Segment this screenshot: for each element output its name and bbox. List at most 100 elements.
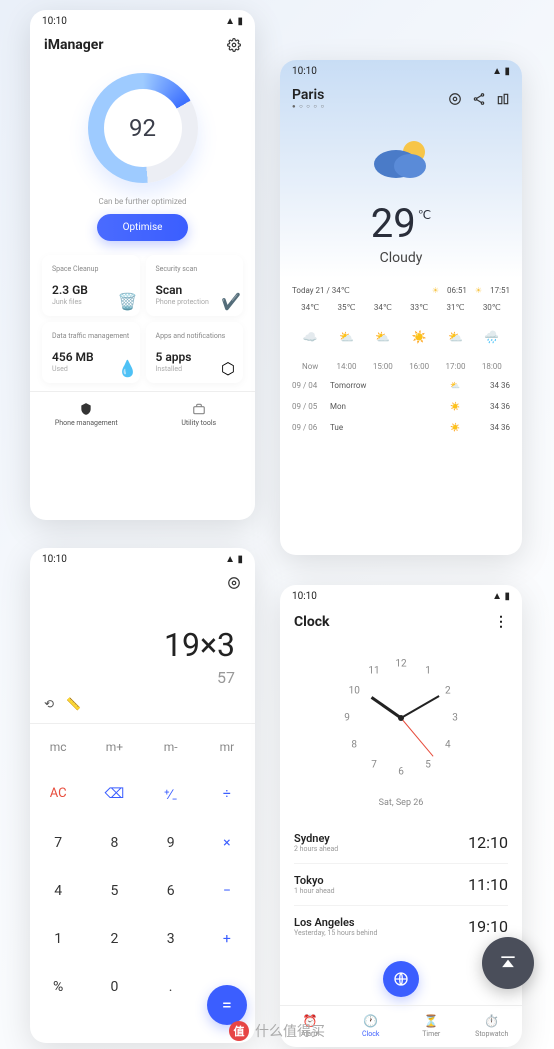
calc-key-9[interactable]: 9 [143,819,199,867]
add-city-button[interactable] [383,961,419,997]
calc-key-mr[interactable]: mr [199,724,255,770]
buildings-icon[interactable] [496,92,510,106]
sunset-icon: ☀ [475,286,482,295]
ruler-icon[interactable]: 📏 [66,697,81,711]
tab-icon: ⏳ [401,1014,462,1028]
card-title: Data traffic management [52,332,130,340]
tab-utility-tools[interactable]: Utility tools [143,392,256,437]
calc-key-%[interactable]: % [30,963,86,1043]
tab-label: Timer [401,1030,462,1038]
day-date: 09 / 06 [292,423,330,432]
calc-key-.[interactable]: . [143,963,199,1043]
calc-key-mc[interactable]: mc [30,724,86,770]
calc-expression: 19×3 [50,626,235,664]
tab-stopwatch[interactable]: ⏱️Stopwatch [462,1006,523,1046]
sunset-time: 17:51 [490,286,510,295]
clock-number: 5 [425,759,431,770]
city-name: Tokyo [294,874,335,887]
hour-temp: 34℃ [365,303,401,312]
history-icon[interactable]: ⟲ [44,697,54,711]
day-row: 09 / 06Tue☀️34 36 [292,417,510,438]
imanager-card[interactable]: Data traffic management456 MBUsed💧 [42,322,140,383]
hour-item: 34℃⛅15:00 [365,303,401,371]
tab-label: Stopwatch [462,1030,523,1038]
city-offset: 1 hour ahead [294,887,335,895]
calc-key-+[interactable]: + [199,915,255,963]
calc-key-1[interactable]: 1 [30,915,86,963]
imanager-card[interactable]: Space Cleanup2.3 GBJunk files🗑️ [42,255,140,316]
hour-temp: 33℃ [401,303,437,312]
status-time: 10:10 [292,66,317,77]
equals-button[interactable]: = [207,985,247,1025]
status-time: 10:10 [42,16,67,27]
calc-result: 57 [50,668,235,687]
hour-time: 18:00 [474,362,510,371]
calc-key-4[interactable]: 4 [30,867,86,915]
calc-key-m-[interactable]: m- [143,724,199,770]
card-title: Space Cleanup [52,265,130,273]
settings-icon[interactable] [227,38,241,52]
card-icon: 💧 [118,359,132,373]
city-time: 11:10 [468,875,508,894]
calc-key-2[interactable]: 2 [86,915,142,963]
clock-number: 7 [371,759,377,770]
calc-key-8[interactable]: 8 [86,819,142,867]
scroll-top-button[interactable] [482,937,534,989]
world-clock-row[interactable]: Sydney2 hours ahead12:10 [294,822,508,863]
tab-label: Phone management [30,419,143,427]
day-row: 09 / 05Mon☀️34 36 [292,396,510,417]
card-icon: ⬡ [221,359,235,373]
world-clock-row[interactable]: Tokyo1 hour ahead 11:10 [294,863,508,905]
imanager-card[interactable]: Security scanScanPhone protection✔️ [146,255,244,316]
tab-phone-management[interactable]: Phone management [30,392,143,437]
city-offset: 2 hours ahead [294,845,338,853]
clock-number: 12 [395,659,406,670]
day-name: Tue [330,423,440,432]
status-time: 10:10 [292,591,317,602]
hour-time: Now [292,362,328,371]
temperature: 29 [371,204,416,244]
status-icons: ▲ ▮ [225,16,243,27]
city-name[interactable]: Paris [292,87,325,103]
calc-key-6[interactable]: 6 [143,867,199,915]
hour-time: 16:00 [401,362,437,371]
share-icon[interactable] [472,92,486,106]
card-icon: 🗑️ [118,292,132,306]
city-offset: Yesterday, 15 hours behind [294,929,377,937]
tab-timer[interactable]: ⏳ Timer [401,1006,462,1046]
status-icons: ▲ ▮ [225,554,243,565]
more-icon[interactable]: ⋮ [494,614,508,630]
calc-key-7[interactable]: 7 [30,819,86,867]
calc-key-m+[interactable]: m+ [86,724,142,770]
day-icon: ☀️ [440,402,470,411]
calc-key-÷[interactable]: ÷ [199,770,255,819]
calc-key-−[interactable]: − [199,867,255,915]
temp-unit: ℃ [418,208,431,222]
settings-icon[interactable] [448,92,462,106]
card-icon: ✔️ [221,292,235,306]
day-icon: ☀️ [440,423,470,432]
hourly-forecast[interactable]: 34℃☁️Now35℃⛅14:0034℃⛅15:0033℃☀️16:0031℃⛅… [280,303,522,371]
hour-icon: ⛅ [365,330,401,344]
day-range: 34 36 [470,381,510,390]
settings-icon[interactable] [227,576,241,590]
city-time: 12:10 [468,833,508,852]
imanager-card[interactable]: Apps and notifications5 appsInstalled⬡ [146,322,244,383]
calc-key-⁺∕₋[interactable]: ⁺∕₋ [143,770,199,819]
tab-clock[interactable]: 🕐Clock [341,1006,402,1046]
calc-key-⌫[interactable]: ⌫ [86,770,142,819]
world-clock-row[interactable]: Los AngelesYesterday, 15 hours behind19:… [294,905,508,947]
calc-key-3[interactable]: 3 [143,915,199,963]
card-title: Security scan [156,265,234,273]
day-name: Mon [330,402,440,411]
calc-key-5[interactable]: 5 [86,867,142,915]
daily-forecast[interactable]: 09 / 04Tomorrow⛅34 3609 / 05Mon☀️34 3609… [280,371,522,448]
hour-icon: ☁️ [292,330,328,344]
calc-key-0[interactable]: 0 [86,963,142,1043]
optimise-button[interactable]: Optimise [97,214,189,241]
tab-label: Clock [341,1030,402,1038]
city-name: Los Angeles [294,916,377,929]
calc-key-×[interactable]: × [199,819,255,867]
calc-key-AC[interactable]: AC [30,770,86,819]
card-title: Apps and notifications [156,332,234,340]
